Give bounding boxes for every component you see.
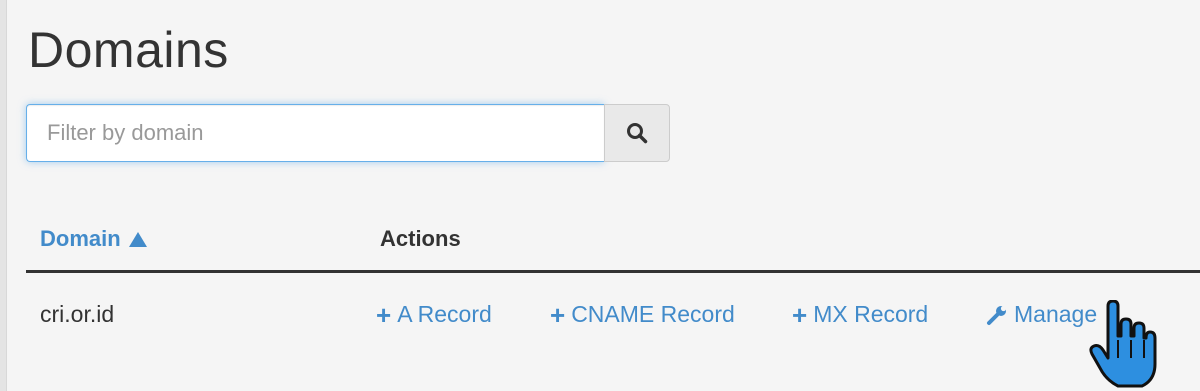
column-header-domain-label: Domain (40, 226, 121, 251)
sort-ascending-icon (128, 231, 147, 247)
add-cname-record-label: CNAME Record (571, 301, 735, 327)
column-header-domain[interactable]: Domain (40, 226, 147, 252)
plus-icon: + (376, 299, 392, 330)
add-mx-record-label: MX Record (813, 301, 929, 327)
column-header-actions: Actions (380, 226, 461, 251)
table-header: Domain Actions (26, 218, 1200, 273)
left-panel-edge (0, 0, 7, 391)
search-button[interactable] (604, 104, 670, 162)
table-row: cri.or.id + A Record + CNAME Record + MX… (26, 273, 1200, 357)
add-a-record-label: A Record (397, 301, 492, 327)
wrench-icon (987, 305, 1007, 325)
page-title: Domains (28, 22, 229, 78)
manage-label: Manage (1014, 301, 1098, 327)
manage-link[interactable]: Manage (986, 301, 1097, 328)
add-a-record-link[interactable]: + A Record (376, 301, 492, 328)
search-group (26, 104, 670, 162)
search-icon (627, 123, 648, 144)
hand-pointer-icon (1089, 300, 1157, 388)
plus-icon: + (550, 299, 566, 330)
add-cname-record-link[interactable]: + CNAME Record (550, 301, 735, 328)
search-input[interactable] (26, 104, 604, 162)
plus-icon: + (792, 299, 808, 330)
domain-cell: cri.or.id (40, 301, 115, 327)
add-mx-record-link[interactable]: + MX Record (792, 301, 928, 328)
